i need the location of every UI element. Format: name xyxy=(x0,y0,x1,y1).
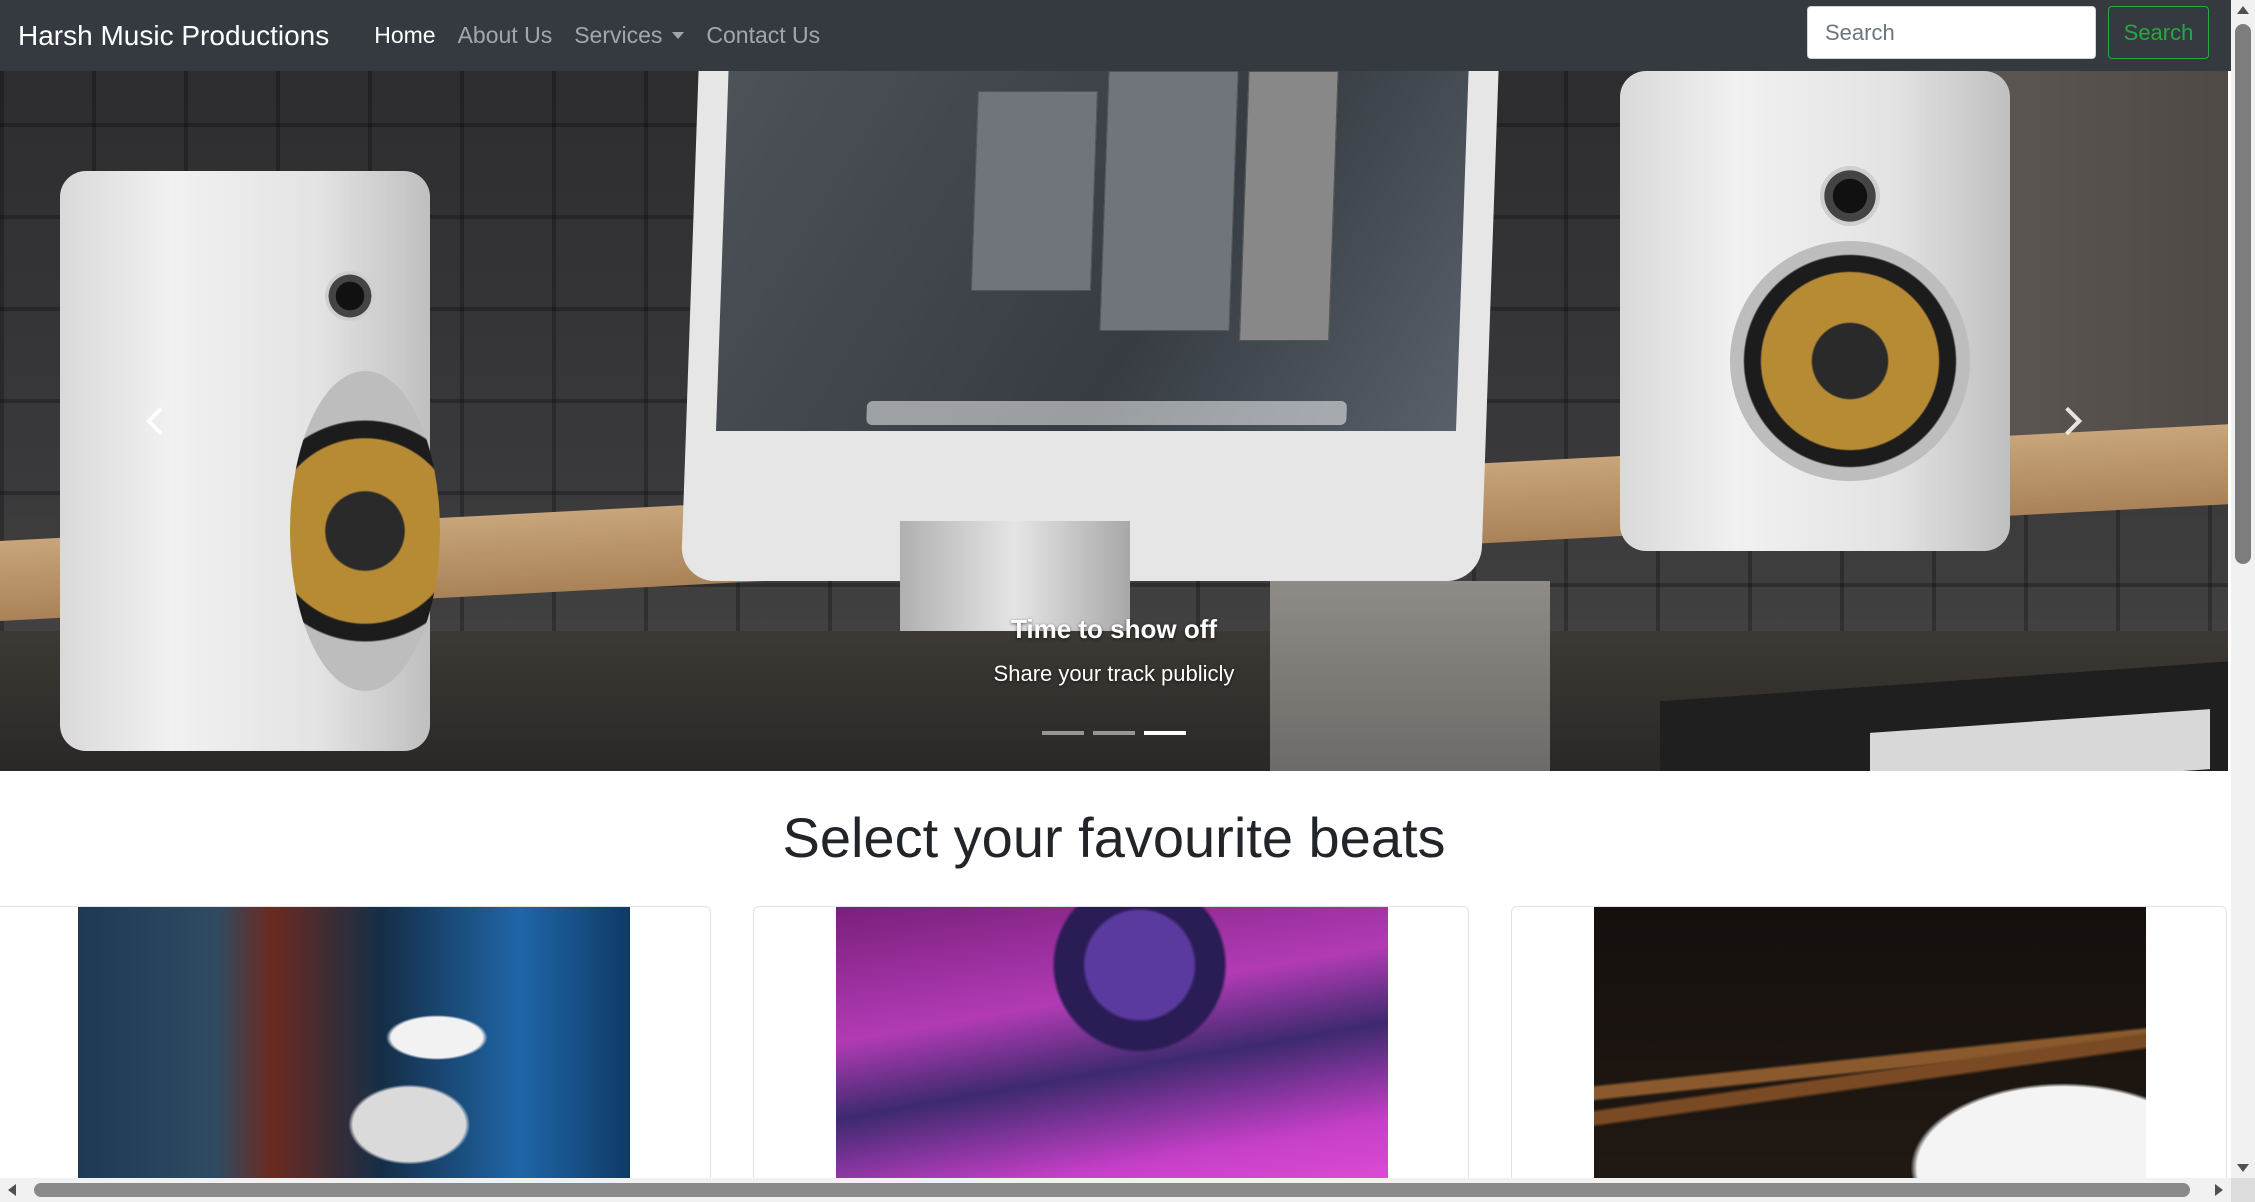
scroll-down-arrow-icon[interactable] xyxy=(2237,1164,2249,1172)
horizontal-scrollbar[interactable] xyxy=(0,1178,2231,1202)
search-button[interactable]: Search xyxy=(2108,6,2209,59)
vertical-scroll-thumb[interactable] xyxy=(2235,24,2251,564)
nav-link-home[interactable]: Home xyxy=(363,22,446,49)
scrollbar-corner xyxy=(2231,1178,2255,1202)
beat-card[interactable] xyxy=(753,906,1469,1202)
search-input[interactable] xyxy=(1807,6,2096,59)
carousel-indicator-1[interactable] xyxy=(1042,731,1084,735)
section-title: Select your favourite beats xyxy=(782,806,1446,869)
beat-card[interactable] xyxy=(0,906,711,1202)
carousel-indicator-2[interactable] xyxy=(1093,731,1135,735)
scroll-left-arrow-icon[interactable] xyxy=(8,1184,16,1196)
scroll-up-arrow-icon[interactable] xyxy=(2237,6,2249,14)
carousel-indicators xyxy=(0,731,2228,735)
brand-link[interactable]: Harsh Music Productions xyxy=(18,20,329,52)
nav-links: Home About Us Services Contact Us xyxy=(363,22,831,49)
nav-link-services[interactable]: Services xyxy=(563,22,695,49)
caption-title: Time to show off xyxy=(1010,614,1218,644)
nav-link-services-label: Services xyxy=(574,22,663,48)
beat-card[interactable] xyxy=(1511,906,2227,1202)
navbar: Harsh Music Productions Home About Us Se… xyxy=(0,0,2231,71)
beat-card-image xyxy=(836,907,1388,1197)
caption-text: Share your track publicly xyxy=(993,661,1235,686)
beat-card-image xyxy=(78,907,630,1197)
hero-carousel: Time to show off Share your track public… xyxy=(0,71,2228,771)
caret-down-icon xyxy=(672,32,685,39)
vertical-scrollbar[interactable] xyxy=(2231,0,2255,1178)
carousel-caption: Time to show off Share your track public… xyxy=(0,614,2228,687)
search-form: Search xyxy=(1807,6,2209,59)
horizontal-scroll-thumb[interactable] xyxy=(34,1183,2190,1197)
carousel-indicator-3[interactable] xyxy=(1144,731,1186,735)
chevron-right-icon xyxy=(2053,406,2083,436)
chevron-left-icon xyxy=(145,406,175,436)
nav-link-contact-us[interactable]: Contact Us xyxy=(695,22,831,49)
beat-card-image xyxy=(1594,907,2146,1197)
nav-link-about-us[interactable]: About Us xyxy=(447,22,564,49)
scroll-right-arrow-icon[interactable] xyxy=(2215,1184,2223,1196)
